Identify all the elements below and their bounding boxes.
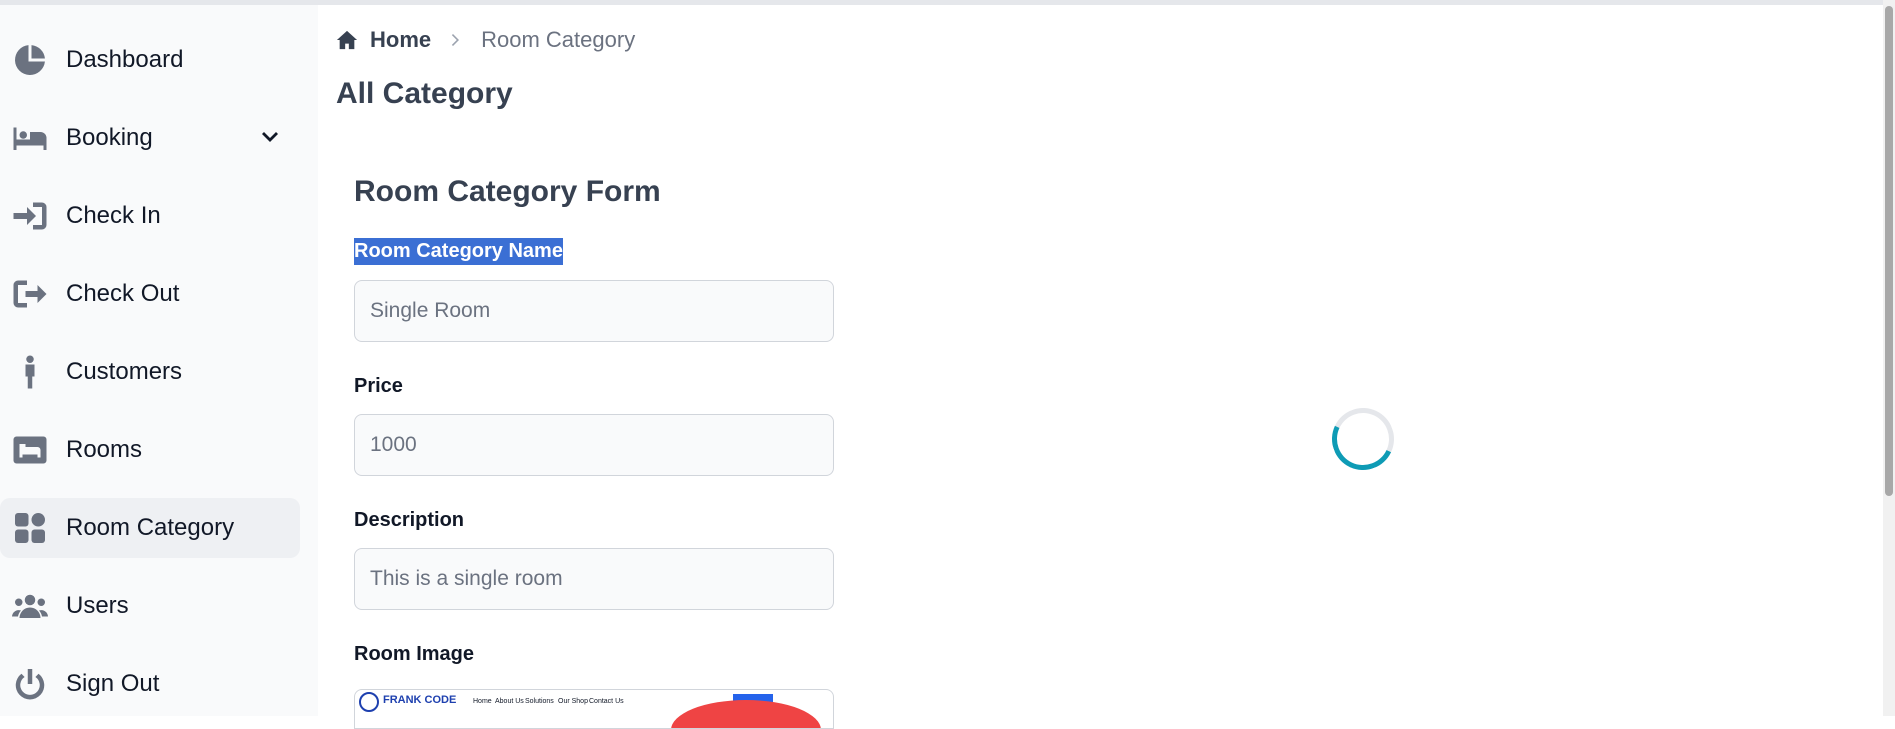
sidebar-item-booking[interactable]: Booking — [0, 108, 300, 168]
home-icon[interactable] — [336, 29, 358, 51]
description-label: Description — [354, 509, 464, 532]
sidebar-item-label: Room Category — [66, 514, 234, 542]
sidebar-item-check-in[interactable]: Check In — [0, 186, 300, 246]
thumb-nav-item: Our Shop — [558, 698, 588, 705]
scrollbar-thumb[interactable] — [1885, 6, 1893, 496]
scrollbar[interactable] — [1883, 0, 1895, 716]
description-input[interactable] — [354, 548, 834, 610]
sidebar-item-label: Users — [66, 592, 129, 620]
sidebar: Dashboard Booking Check In Check Out Cus… — [0, 5, 318, 716]
person-icon — [10, 352, 50, 392]
chevron-down-icon[interactable] — [258, 126, 282, 150]
form-title: Room Category Form — [354, 175, 661, 209]
sidebar-item-label: Customers — [66, 358, 182, 386]
price-input[interactable] — [354, 414, 834, 476]
thumb-nav-item: Contact Us — [589, 698, 624, 705]
breadcrumb-home-link[interactable]: Home — [370, 27, 431, 53]
thumb-logo-mark — [359, 692, 379, 712]
thumb-nav-item: About Us — [495, 698, 524, 705]
sidebar-item-sign-out[interactable]: Sign Out — [0, 654, 300, 714]
sign-out-icon — [10, 274, 50, 314]
thumb-logo-text: FRANK CODE — [383, 694, 456, 706]
grid-icon — [10, 508, 50, 548]
room-category-name-label: Room Category Name — [354, 238, 563, 265]
loading-spinner-icon — [1323, 399, 1402, 478]
sidebar-item-users[interactable]: Users — [0, 576, 300, 636]
sidebar-item-label: Check Out — [66, 280, 179, 308]
thumb-nav-item: Home — [473, 698, 492, 705]
hotel-icon — [10, 430, 50, 470]
page-title: All Category — [336, 77, 513, 111]
breadcrumb: Home Room Category — [336, 27, 635, 53]
sidebar-item-rooms[interactable]: Rooms — [0, 420, 300, 480]
thumb-red-shape — [671, 700, 821, 729]
sidebar-item-label: Booking — [66, 124, 153, 152]
room-category-name-input[interactable] — [354, 280, 834, 342]
sidebar-item-label: Rooms — [66, 436, 142, 464]
sign-in-icon — [10, 196, 50, 236]
power-icon — [10, 664, 50, 704]
users-icon — [10, 586, 50, 626]
breadcrumb-current: Room Category — [481, 27, 635, 53]
sidebar-item-label: Check In — [66, 202, 161, 230]
main-content: Home Room Category All Category Room Cat… — [318, 5, 1895, 716]
sidebar-item-label: Sign Out — [66, 670, 159, 698]
chevron-right-icon — [447, 31, 465, 49]
price-label: Price — [354, 375, 403, 398]
room-image-preview[interactable]: FRANK CODE Home About Us Solutions Our S… — [354, 689, 834, 729]
sidebar-item-label: Dashboard — [66, 46, 183, 74]
sidebar-item-customers[interactable]: Customers — [0, 342, 300, 402]
room-image-label: Room Image — [354, 643, 474, 666]
sidebar-item-dashboard[interactable]: Dashboard — [0, 30, 300, 90]
bed-icon — [10, 118, 50, 158]
thumb-nav-item: Solutions — [525, 698, 554, 705]
sidebar-item-check-out[interactable]: Check Out — [0, 264, 300, 324]
pie-chart-icon — [10, 40, 50, 80]
sidebar-item-room-category[interactable]: Room Category — [0, 498, 300, 558]
